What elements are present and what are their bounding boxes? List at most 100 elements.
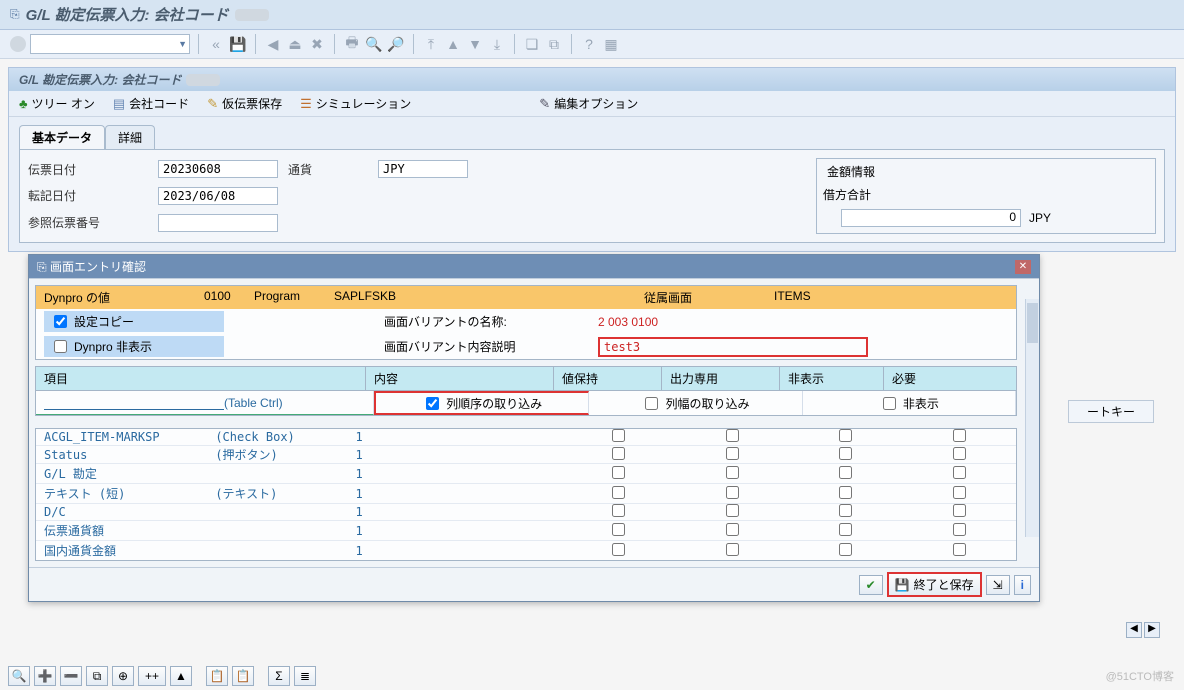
post-date-field[interactable]: 2023/06/08 [158, 187, 278, 205]
field-width: 1 [335, 505, 373, 519]
hide-checkbox[interactable] [789, 486, 903, 502]
back-icon[interactable]: ◀ [264, 35, 282, 53]
opt-hide[interactable]: 非表示 [803, 391, 1016, 415]
accept-button[interactable]: ✔ [859, 575, 883, 595]
grid-delete-button[interactable]: ➖ [60, 666, 82, 686]
tree-icon: ♣ [19, 96, 28, 111]
grid-append-button[interactable]: ⊕ [112, 666, 134, 686]
keep-checkbox[interactable] [562, 523, 676, 539]
subordinate-label: 従属画面 [644, 289, 774, 306]
variant-desc-value[interactable]: test3 [598, 337, 868, 357]
help-icon[interactable]: ? [580, 35, 598, 53]
grid-append-multi-button[interactable]: ++ [138, 666, 166, 686]
required-checkbox[interactable] [903, 504, 1017, 520]
doc-date-label: 伝票日付 [28, 161, 148, 178]
find-next-icon[interactable]: 🔎 [387, 35, 405, 53]
grid-insert-button[interactable]: ➕ [34, 666, 56, 686]
hide-checkbox[interactable] [789, 543, 903, 559]
keep-checkbox[interactable] [562, 504, 676, 520]
field-name: ACGL_ITEM-MARKSP [36, 429, 215, 445]
grid-clipboard-button[interactable]: 📋 [206, 666, 228, 686]
keep-checkbox[interactable] [562, 543, 676, 559]
exit-icon[interactable]: ⏏ [286, 35, 304, 53]
layout-icon[interactable]: ▦ [602, 35, 620, 53]
hide-checkbox[interactable] [789, 504, 903, 520]
program-name: SAPLFSKB [334, 289, 644, 306]
required-checkbox[interactable] [903, 447, 1017, 463]
dialog-scrollbar[interactable] [1025, 299, 1039, 537]
cancel-icon[interactable]: ✖ [308, 35, 326, 53]
grid-copy-button[interactable]: ⧉ [86, 666, 108, 686]
output-only-checkbox[interactable] [675, 466, 789, 482]
required-checkbox[interactable] [903, 486, 1017, 502]
dialog-close-button[interactable]: ✕ [1015, 260, 1031, 274]
transport-button[interactable]: ⇲ [986, 575, 1010, 595]
keep-checkbox[interactable] [562, 447, 676, 463]
save-icon[interactable]: 💾 [229, 35, 247, 53]
output-only-checkbox[interactable] [675, 543, 789, 559]
scroll-right-icon[interactable]: ▶ [1144, 622, 1160, 638]
output-only-checkbox[interactable] [675, 429, 789, 445]
park-button[interactable]: ✎仮伝票保存 [207, 95, 282, 112]
opt-col-order[interactable]: 列順序の取り込み [374, 391, 589, 415]
grid-find-button[interactable]: 🔍 [8, 666, 30, 686]
header-form: 伝票日付 20230608 通貨 JPY 転記日付 2023/06/08 参照伝… [28, 158, 468, 234]
find-icon[interactable]: 🔍 [365, 35, 383, 53]
info-button[interactable]: i [1014, 575, 1031, 595]
prev-page-icon[interactable]: ▲ [444, 35, 462, 53]
hide-checkbox[interactable] [789, 466, 903, 482]
window-icon: ⎘ [10, 7, 20, 22]
grid-subtotals-button[interactable]: ≣ [294, 666, 316, 686]
last-page-icon[interactable]: ⤓ [488, 35, 506, 53]
grid-clipboard2-button[interactable]: 📋 [232, 666, 254, 686]
grid-horizontal-scroll[interactable]: ◀ ▶ [1126, 622, 1160, 638]
variant-name-value: 2 003 0100 [598, 315, 658, 329]
edit-options-button[interactable]: ✎編集オプション [539, 95, 638, 112]
hide-checkbox[interactable] [789, 429, 903, 445]
doc-date-field[interactable]: 20230608 [158, 160, 278, 178]
hide-dynpro-checkbox[interactable]: Dynpro 非表示 [44, 336, 224, 357]
required-checkbox[interactable] [903, 466, 1017, 482]
exit-and-save-button[interactable]: 💾終了と保存 [887, 572, 982, 597]
tab-detail[interactable]: 詳細 [105, 125, 155, 149]
ref-doc-field[interactable] [158, 214, 278, 232]
variant-desc-label: 画面バリアント内容説明 [384, 338, 594, 355]
required-checkbox[interactable] [903, 543, 1017, 559]
keep-checkbox[interactable] [562, 486, 676, 502]
tab-basic[interactable]: 基本データ [19, 125, 105, 149]
first-page-icon[interactable]: ⤒ [422, 35, 440, 53]
new-session-icon[interactable]: ❏ [523, 35, 541, 53]
output-only-checkbox[interactable] [675, 447, 789, 463]
output-only-checkbox[interactable] [675, 504, 789, 520]
scroll-left-icon[interactable]: ◀ [1126, 622, 1142, 638]
tree-on-button[interactable]: ♣ツリー オン [19, 95, 95, 112]
post-date-label: 転記日付 [28, 187, 148, 204]
grid-sort-asc-button[interactable]: ▲ [170, 666, 192, 686]
required-checkbox[interactable] [903, 429, 1017, 445]
copy-settings-checkbox[interactable]: 設定コピー [44, 311, 224, 332]
company-code-button[interactable]: ▤会社コード [113, 95, 189, 112]
output-only-checkbox[interactable] [675, 486, 789, 502]
ok-indicator-icon[interactable] [10, 36, 26, 52]
keep-checkbox[interactable] [562, 429, 676, 445]
nav-back-icon[interactable]: « [207, 35, 225, 53]
print-icon[interactable]: 🖶 [343, 35, 361, 53]
shortcut-icon[interactable]: ⧉ [545, 35, 563, 53]
keep-checkbox[interactable] [562, 466, 676, 482]
currency-field[interactable]: JPY [378, 160, 468, 178]
dynpro-label: Dynpro の値 [44, 289, 204, 306]
hide-checkbox[interactable] [789, 523, 903, 539]
tab-body: 伝票日付 20230608 通貨 JPY 転記日付 2023/06/08 参照伝… [19, 149, 1165, 243]
grid-totals-button[interactable]: Σ [268, 666, 290, 686]
output-only-checkbox[interactable] [675, 523, 789, 539]
opt-col-width[interactable]: 列幅の取り込み [589, 391, 802, 415]
check-icon: ✔ [866, 578, 876, 592]
field-width: 1 [335, 544, 373, 558]
hide-checkbox[interactable] [789, 447, 903, 463]
command-field[interactable]: ▼ [30, 34, 190, 54]
next-page-icon[interactable]: ▼ [466, 35, 484, 53]
required-checkbox[interactable] [903, 523, 1017, 539]
transaction-title: G/L 勘定伝票入力: 会社コード [9, 68, 1175, 91]
simulate-button[interactable]: ☰シミュレーション [300, 95, 411, 112]
field-config-row: ACGL_ITEM-MARKSP(Check Box)1 [36, 429, 1016, 445]
